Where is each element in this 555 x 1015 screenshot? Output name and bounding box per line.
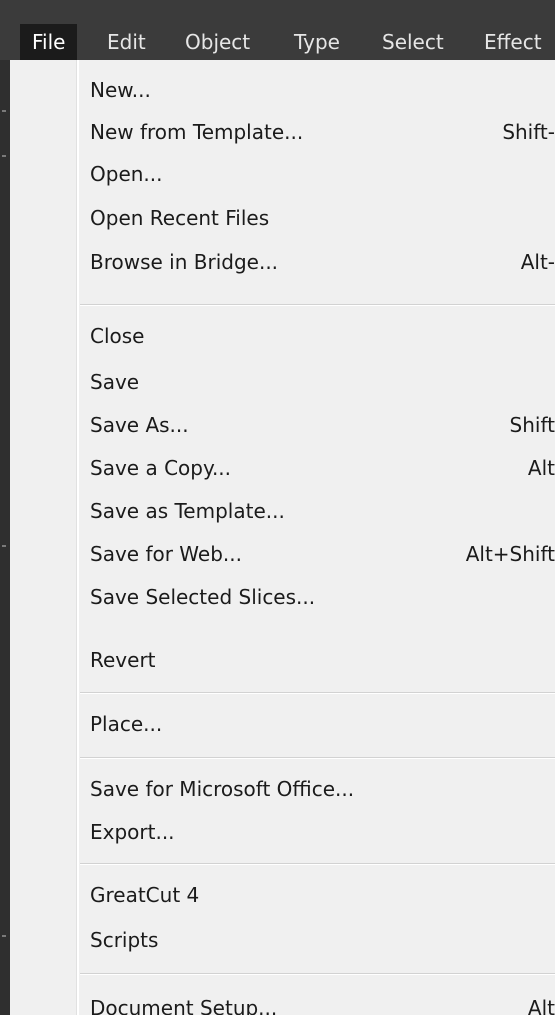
menu-item-save[interactable]: Save: [10, 362, 555, 402]
menu-separator: [80, 757, 555, 758]
menu-item-export[interactable]: Export...: [10, 812, 555, 852]
menu-item-save-for-web[interactable]: Save for Web... Alt+Shift: [10, 534, 555, 574]
menu-item-save-as-template[interactable]: Save as Template...: [10, 491, 555, 531]
menu-item-close[interactable]: Close: [10, 316, 555, 356]
edge-mark: [2, 935, 6, 937]
menu-edit[interactable]: Edit: [107, 24, 146, 60]
menu-item-label: Export...: [90, 820, 175, 844]
menu-item-label: Revert: [90, 648, 156, 672]
menu-separator: [80, 863, 555, 864]
edge-mark: [2, 155, 6, 157]
menu-item-shortcut: Shift: [509, 413, 555, 437]
menu-item-document-setup[interactable]: Document Setup... Alt: [10, 988, 555, 1015]
menu-item-label: Save for Web...: [90, 542, 242, 566]
menu-item-browse-in-bridge[interactable]: Browse in Bridge... Alt-: [10, 242, 555, 282]
menu-item-label: Close: [90, 324, 145, 348]
menu-type[interactable]: Type: [294, 24, 340, 60]
menu-item-shortcut: Alt: [527, 456, 555, 480]
menu-item-scripts[interactable]: Scripts: [10, 920, 555, 960]
menu-separator: [80, 973, 555, 974]
menu-file[interactable]: File: [20, 24, 78, 60]
edge-mark: [2, 110, 6, 112]
menu-item-label: Place...: [90, 712, 163, 736]
menu-separator: [80, 692, 555, 693]
menu-item-save-for-microsoft-office[interactable]: Save for Microsoft Office...: [10, 769, 555, 809]
menu-bar: File Edit Object Type Select Effect: [0, 0, 555, 61]
menu-item-label: Save a Copy...: [90, 456, 232, 480]
menu-item-label: Scripts: [90, 928, 159, 952]
menu-item-revert[interactable]: Revert: [10, 640, 555, 680]
menu-item-greatcut-4[interactable]: GreatCut 4: [10, 875, 555, 915]
menu-item-label: Browse in Bridge...: [90, 250, 279, 274]
menu-item-label: GreatCut 4: [90, 883, 200, 907]
menu-item-label: New...: [90, 78, 151, 102]
menu-separator: [80, 304, 555, 305]
menu-item-open[interactable]: Open...: [10, 154, 555, 194]
app-left-edge: [0, 60, 10, 1015]
menu-item-label: Save As...: [90, 413, 189, 437]
menu-item-label: Document Setup...: [90, 996, 278, 1015]
menu-item-save-as[interactable]: Save As... Shift: [10, 405, 555, 445]
menu-item-new[interactable]: New...: [10, 70, 555, 110]
menu-object[interactable]: Object: [185, 24, 250, 60]
menu-item-shortcut: Alt: [527, 996, 555, 1015]
menu-item-new-from-template[interactable]: New from Template... Shift-: [10, 112, 555, 152]
file-menu-dropdown: New... New from Template... Shift- Open.…: [10, 60, 555, 1015]
menu-item-label: Open...: [90, 162, 163, 186]
menu-item-save-a-copy[interactable]: Save a Copy... Alt: [10, 448, 555, 488]
menu-item-label: Save: [90, 370, 140, 394]
menu-item-shortcut: Alt+Shift: [465, 542, 555, 566]
menu-item-place[interactable]: Place...: [10, 704, 555, 744]
menu-effect[interactable]: Effect: [484, 24, 542, 60]
menu-item-label: Save for Microsoft Office...: [90, 777, 355, 801]
menu-select[interactable]: Select: [382, 24, 444, 60]
edge-mark: [2, 545, 6, 547]
menu-item-open-recent-files[interactable]: Open Recent Files: [10, 198, 555, 238]
menu-item-label: Save Selected Slices...: [90, 585, 316, 609]
menu-item-label: Save as Template...: [90, 499, 285, 523]
menu-item-shortcut: Shift-: [502, 120, 555, 144]
menu-item-shortcut: Alt-: [520, 250, 555, 274]
menu-item-save-selected-slices[interactable]: Save Selected Slices...: [10, 577, 555, 617]
menu-item-label: New from Template...: [90, 120, 304, 144]
menu-item-label: Open Recent Files: [90, 206, 270, 230]
